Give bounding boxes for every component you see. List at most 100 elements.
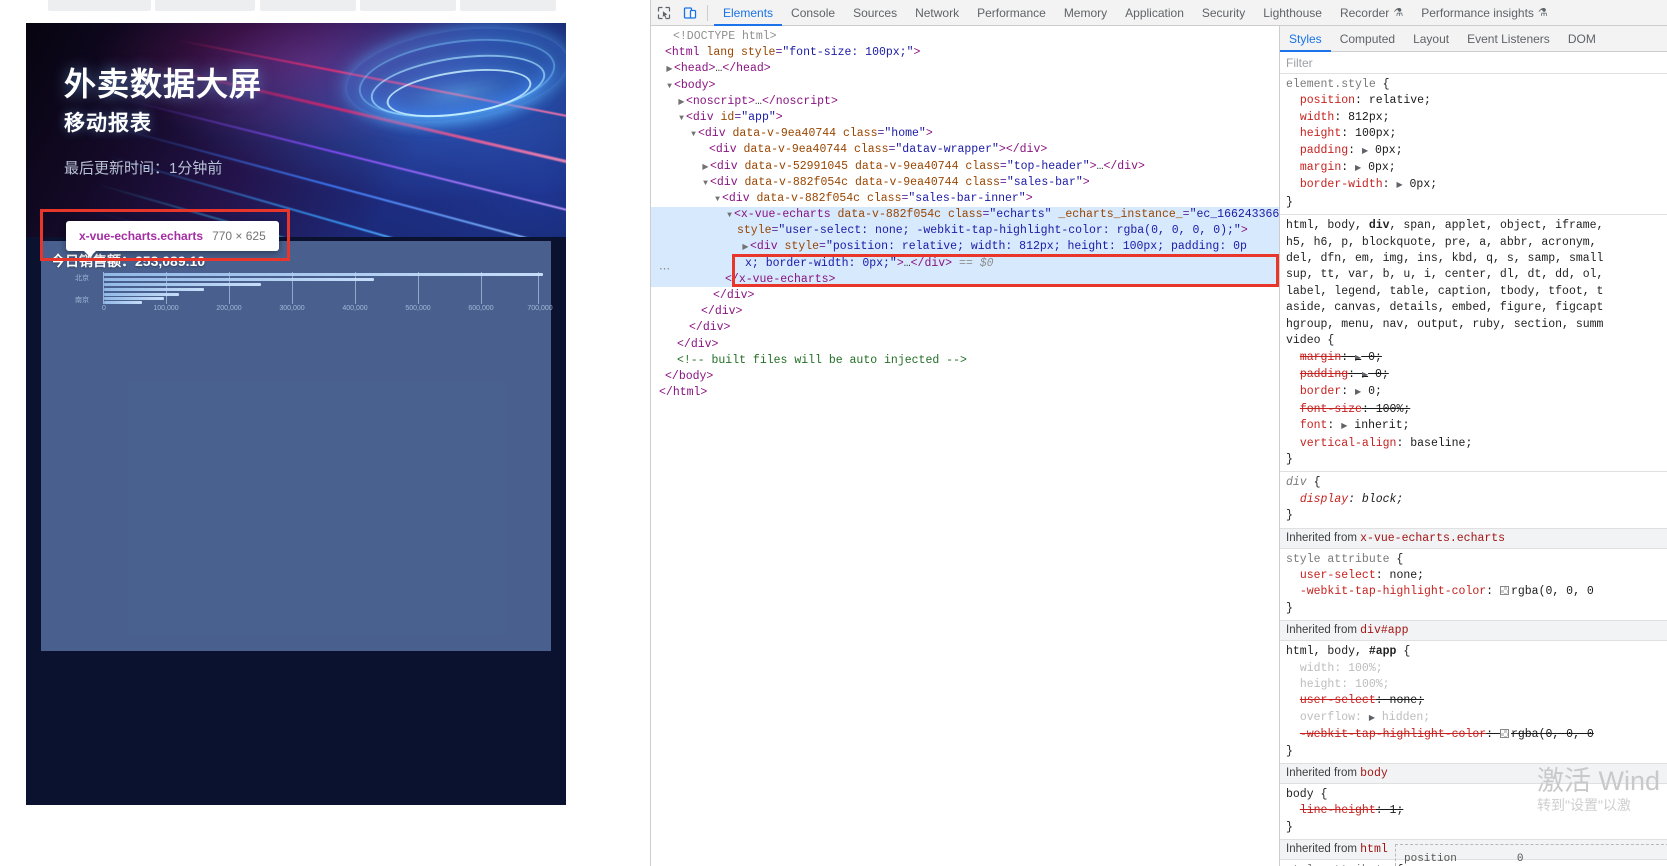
expand-shorthand-icon[interactable]: ▶ bbox=[1355, 388, 1361, 397]
collapse-caret-icon[interactable]: ▼ bbox=[701, 176, 710, 192]
dom-line-close-2[interactable]: </div> bbox=[651, 304, 1279, 320]
tab-lighthouse[interactable]: Lighthouse bbox=[1254, 0, 1331, 26]
styles-filter-input[interactable]: Filter bbox=[1280, 52, 1667, 74]
collapse-caret-icon[interactable]: ▼ bbox=[665, 79, 674, 95]
chart-bar[interactable] bbox=[104, 293, 179, 296]
expand-shorthand-icon[interactable]: ▶ bbox=[1396, 181, 1402, 190]
dom-line-datav-wrapper[interactable]: <div data-v-9ea40744 class="datav-wrappe… bbox=[651, 142, 1279, 158]
dom-line-close-1[interactable]: </div> bbox=[651, 288, 1279, 304]
css-rule-reset[interactable]: html, body, div, span, applet, object, i… bbox=[1280, 215, 1667, 473]
styles-filter-placeholder: Filter bbox=[1286, 55, 1313, 70]
expand-shorthand-icon[interactable]: ▶ bbox=[1341, 422, 1347, 431]
chart-bar[interactable] bbox=[104, 288, 204, 291]
dom-line-x-vue-echarts-style[interactable]: style="user-select: none; -webkit-tap-hi… bbox=[651, 223, 1279, 240]
inspect-element-icon[interactable] bbox=[651, 1, 677, 25]
browser-tab[interactable] bbox=[260, 0, 356, 11]
doctype-text: <!DOCTYPE html> bbox=[673, 30, 777, 43]
tab-label: Memory bbox=[1063, 5, 1108, 20]
dom-line-html-open[interactable]: <html lang style="font-size: 100px;"> bbox=[651, 45, 1279, 61]
tab-security[interactable]: Security bbox=[1193, 0, 1254, 26]
dom-line-x-vue-echarts-close[interactable]: </x-vue-echarts> bbox=[651, 272, 1279, 288]
dom-line-sales-bar[interactable]: ▼ <div data-v-882f054c data-v-9ea40744 cl… bbox=[651, 175, 1279, 191]
devtools-tabbar: Elements Console Sources Network Perform… bbox=[651, 0, 1667, 26]
expand-shorthand-icon[interactable]: ▶ bbox=[1355, 164, 1361, 173]
sales-bar-module[interactable]: 今日销售额：253,089.10 北京 南京 0 100,000 200,000… bbox=[41, 241, 553, 651]
dom-line-head[interactable]: ▶<head>…</head> bbox=[651, 61, 1279, 77]
dom-more-button[interactable]: ⋯ bbox=[659, 262, 671, 278]
dom-line-body-close[interactable]: </body> bbox=[651, 369, 1279, 385]
browser-tab[interactable] bbox=[48, 0, 151, 11]
dom-tree-pane[interactable]: <!DOCTYPE html> <html lang style="font-s… bbox=[651, 26, 1279, 866]
tab-label: Event Listeners bbox=[1467, 31, 1550, 46]
chart-x-tick: 300,000 bbox=[279, 305, 305, 312]
css-rule-style-attribute-echarts[interactable]: style attribute { user-select: none; -we… bbox=[1280, 549, 1667, 622]
collapse-caret-icon[interactable]: ▼ bbox=[689, 127, 698, 143]
tab-performance[interactable]: Performance bbox=[968, 0, 1055, 26]
page-title: 外卖数据大屏 bbox=[64, 66, 263, 102]
css-rule-html-body-app[interactable]: html, body, #app { width: 100%; height: … bbox=[1280, 641, 1667, 765]
styles-sidebar: Styles Computed Layout Event Listeners D… bbox=[1279, 26, 1667, 866]
tab-application[interactable]: Application bbox=[1116, 0, 1193, 26]
css-selector: element.style bbox=[1286, 78, 1376, 91]
tab-styles[interactable]: Styles bbox=[1280, 26, 1331, 52]
browser-tab[interactable] bbox=[360, 0, 456, 11]
tab-computed[interactable]: Computed bbox=[1331, 26, 1404, 52]
collapse-caret-icon[interactable]: ▼ bbox=[713, 192, 722, 208]
tab-label: DOM bbox=[1567, 31, 1596, 46]
tab-recorder[interactable]: Recorder ⚗ bbox=[1331, 0, 1412, 26]
tab-event-listeners[interactable]: Event Listeners bbox=[1458, 26, 1559, 52]
dom-line-selected-div-cont[interactable]: x; border-width: 0px;">…</div> == $0 bbox=[651, 255, 1279, 272]
dom-line-home[interactable]: ▼ <div data-v-9ea40744 class="home"> bbox=[651, 126, 1279, 142]
browser-tab[interactable] bbox=[460, 0, 556, 11]
sales-bar-chart[interactable]: 北京 南京 0 100,000 200,000 300,000 400,000 … bbox=[53, 271, 553, 312]
tab-performance-insights[interactable]: Performance insights ⚗ bbox=[1412, 0, 1557, 26]
device-toolbar-icon[interactable] bbox=[677, 1, 703, 25]
tab-elements[interactable]: Elements bbox=[714, 0, 782, 26]
dom-line-selected-div[interactable]: ▶<div style="position: relative; width: … bbox=[651, 239, 1279, 256]
inherited-label: Inherited from bbox=[1286, 624, 1357, 637]
dom-line-top-header[interactable]: ▶<div data-v-52991045 data-v-9ea40744 cl… bbox=[651, 159, 1279, 175]
expand-caret-icon[interactable]: ▶ bbox=[701, 160, 710, 176]
dom-line-body-open[interactable]: ▼ <body> bbox=[651, 78, 1279, 94]
css-rule-body[interactable]: body { line-height: 1; } bbox=[1280, 784, 1667, 841]
css-rule-element-style[interactable]: element.style { position: relative; widt… bbox=[1280, 74, 1667, 216]
chart-x-tick: 600,000 bbox=[468, 305, 494, 312]
css-rule-div-display[interactable]: div { display: block; } bbox=[1280, 472, 1667, 529]
chart-x-tick: 0 bbox=[102, 305, 106, 312]
dom-line-sales-bar-inner[interactable]: ▼ <div data-v-882f054c class="sales-bar-i… bbox=[651, 191, 1279, 207]
dom-line-app[interactable]: ▼ <div id="app"> bbox=[651, 110, 1279, 126]
tab-label: Computed bbox=[1339, 31, 1396, 46]
chart-bar[interactable] bbox=[104, 273, 543, 276]
tab-network[interactable]: Network bbox=[906, 0, 968, 26]
tab-console[interactable]: Console bbox=[782, 0, 844, 26]
dom-line-comment[interactable]: <!-- built files will be auto injected -… bbox=[651, 353, 1279, 369]
expand-caret-icon[interactable]: ▶ bbox=[665, 62, 674, 78]
color-swatch-icon[interactable] bbox=[1499, 729, 1509, 739]
box-model-value: 0 bbox=[1516, 853, 1524, 865]
expand-shorthand-icon[interactable]: ▶ bbox=[1362, 147, 1368, 156]
tab-sources[interactable]: Sources bbox=[844, 0, 906, 26]
tab-memory[interactable]: Memory bbox=[1055, 0, 1116, 26]
chart-bar[interactable] bbox=[104, 297, 164, 300]
dom-line-x-vue-echarts[interactable]: ▼ <x-vue-echarts data-v-882f054c class="e… bbox=[651, 207, 1279, 224]
chart-bar[interactable] bbox=[104, 278, 374, 281]
dom-line-doctype[interactable]: <!DOCTYPE html> bbox=[651, 29, 1279, 45]
browser-tab[interactable] bbox=[155, 0, 255, 11]
tab-label: Layout bbox=[1413, 31, 1450, 46]
color-swatch-icon[interactable] bbox=[1499, 586, 1509, 596]
tab-dom-breakpoints[interactable]: DOM bbox=[1559, 26, 1605, 52]
dom-line-close-3[interactable]: </div> bbox=[651, 320, 1279, 336]
chart-bar[interactable] bbox=[104, 301, 142, 304]
dom-line-noscript[interactable]: ▶<noscript>…</noscript> bbox=[651, 94, 1279, 110]
dom-line-close-4[interactable]: </div> bbox=[651, 337, 1279, 353]
chart-bar[interactable] bbox=[104, 283, 261, 286]
collapse-caret-icon[interactable]: ▼ bbox=[725, 208, 734, 224]
dom-line-html-close[interactable]: </html> bbox=[651, 385, 1279, 401]
expand-caret-icon[interactable]: ▶ bbox=[741, 240, 750, 256]
chart-gridline bbox=[418, 272, 419, 304]
inherited-header-body: Inherited from body bbox=[1280, 764, 1667, 785]
expand-caret-icon[interactable]: ▶ bbox=[677, 95, 686, 111]
collapse-caret-icon[interactable]: ▼ bbox=[677, 111, 686, 127]
inspector-node-badge: x-vue-echarts.echarts 770 × 625 bbox=[66, 221, 279, 257]
tab-layout[interactable]: Layout bbox=[1404, 26, 1458, 52]
